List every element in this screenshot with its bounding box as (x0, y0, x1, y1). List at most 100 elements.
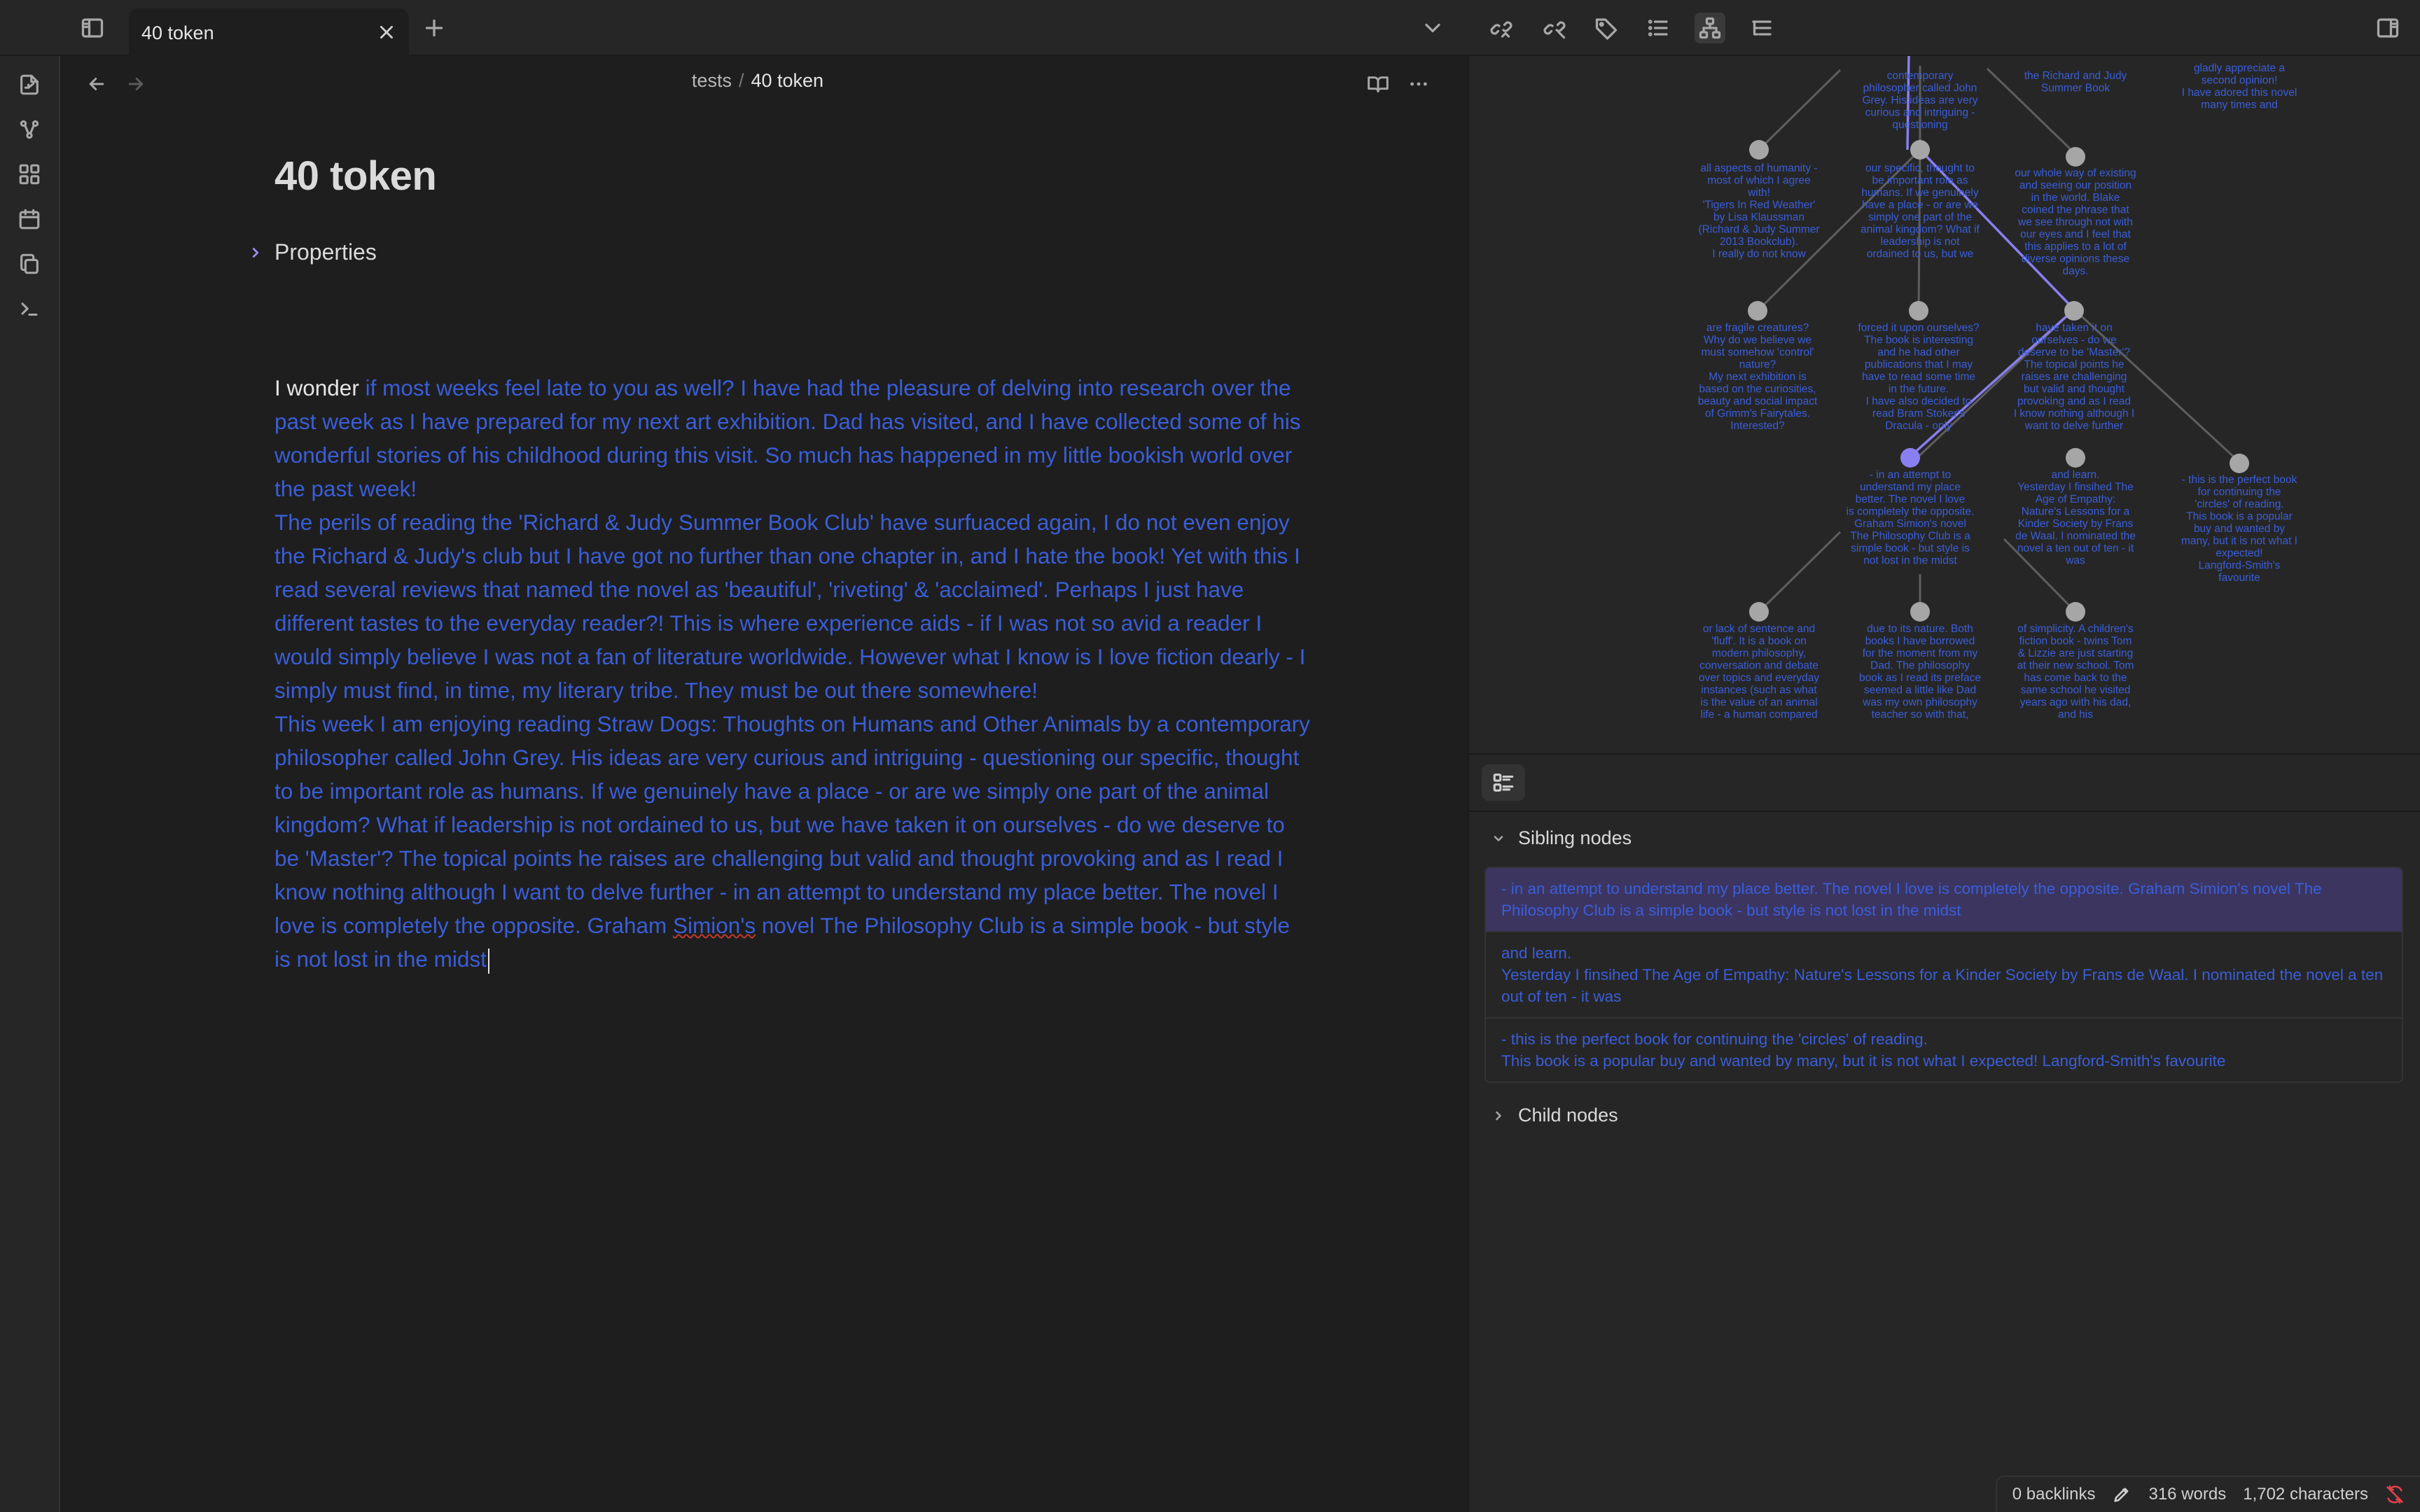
graph-node-label-line: and his (2058, 709, 2093, 721)
graph-node-label-line: with! (1747, 187, 1770, 199)
tree-outline-icon[interactable] (1746, 13, 1777, 43)
tab-list-chevron-icon[interactable] (1417, 13, 1448, 43)
child-nodes-header[interactable]: Child nodes (1489, 1105, 1618, 1126)
graph-node-label-line: ourselves - do we (2031, 335, 2116, 346)
graph-node-label-line: & Lizzie are just starting (2018, 648, 2134, 659)
close-tab-icon[interactable] (373, 18, 401, 46)
graph-node[interactable] (2066, 448, 2085, 468)
graph-node-label-line: simply one part of the (1868, 211, 1972, 223)
graph-node-label-line: I have also decided to (1866, 396, 1972, 407)
graph-node[interactable] (2064, 301, 2084, 321)
templates-copy-icon[interactable] (13, 248, 46, 280)
graph-node[interactable] (2066, 602, 2085, 622)
graph-node-label-line: over topics and everyday (1699, 672, 1820, 684)
misspelled-word[interactable]: Simion's (673, 913, 756, 938)
right-sidebar: contemporary philosopher called John Grey.… (1468, 56, 2420, 1512)
sibling-node-text: - in an attempt to understand my place b… (1501, 880, 2322, 919)
graph-node[interactable] (2066, 147, 2085, 167)
graph-view-icon[interactable] (13, 113, 46, 146)
sibling-node-item[interactable]: - in an attempt to understand my place b… (1486, 868, 2402, 932)
tree-graph-svg[interactable]: contemporary philosopher called John Grey.… (1469, 56, 2420, 755)
toggle-right-sidebar-icon[interactable] (2372, 13, 2403, 43)
graph-node-label: of simplicity. A children's fiction book … (2017, 623, 2134, 721)
graph-node[interactable] (1910, 140, 1930, 160)
tags-icon[interactable] (1591, 13, 1622, 43)
sibling-node-item[interactable]: and learn. Yesterday I finsihed The Age … (1486, 932, 2402, 1018)
toggle-list-view-icon[interactable] (1482, 764, 1525, 801)
graph-edges (1758, 66, 2241, 613)
graph-node[interactable] (1749, 140, 1769, 160)
graph-node-label-line: This book is a popular (2186, 511, 2293, 523)
graph-node-label-line: favourite (2218, 572, 2260, 584)
graph-node[interactable] (1749, 602, 1769, 622)
graph-node-label-line: curious and intriguing - (1865, 107, 1975, 119)
tree-graph-icon[interactable] (1695, 13, 1725, 43)
graph-node-label-line: instances (such as what (1701, 685, 1817, 696)
graph-node-label-line: life - a human compared (1700, 709, 1817, 721)
toggle-left-sidebar-icon[interactable] (77, 13, 108, 43)
graph-node-label-line: fiction book - twins Tom (2019, 636, 2132, 648)
tree-graph-view[interactable]: contemporary philosopher called John Grey.… (1469, 56, 2420, 755)
outline-list-icon[interactable] (1643, 13, 1674, 43)
graph-node-label-line: Langford-Smith's (2199, 560, 2281, 572)
graph-node-label-line: at their new school. Tom (2017, 660, 2134, 672)
graph-node[interactable] (2230, 454, 2249, 473)
reading-view-book-icon[interactable] (1363, 69, 1393, 99)
edit-mode-pencil-icon[interactable] (2112, 1485, 2132, 1504)
graph-node-label-line: 'Tigers In Red Weather' (1703, 200, 1816, 211)
breadcrumb-folder[interactable]: tests (692, 70, 732, 91)
paragraph-2: The perils of reading the 'Richard & Jud… (274, 510, 1306, 703)
graph-node-label-line: publications that I may (1865, 359, 1973, 371)
graph-node-label: forced it upon ourselves? The book is int… (1858, 322, 1980, 432)
backlinks-icon[interactable] (1486, 13, 1517, 43)
graph-node-label: - in an attempt to understand my place bet… (1847, 469, 1975, 567)
sibling-node-item[interactable]: - this is the perfect book for continuin… (1486, 1018, 2402, 1082)
graph-node-label-line: many, but it is not what I (2181, 536, 2297, 547)
open-quick-switcher-icon[interactable] (13, 69, 46, 101)
graph-node-label-line: was (2065, 555, 2085, 567)
graph-node-label-line: most of which I agree (1707, 175, 1810, 187)
backlinks-count[interactable]: 0 backlinks (2012, 1485, 2096, 1504)
graph-node-label-line: conversation and debate (1699, 660, 1819, 672)
properties-toggle[interactable]: Properties (245, 239, 377, 265)
graph-node-label-line: forced it upon ourselves? (1858, 322, 1980, 334)
panel-divider (1469, 811, 2420, 812)
more-options-icon[interactable] (1403, 69, 1434, 99)
graph-node-label-line: of Grimm's Fairytales. (1705, 408, 1810, 420)
outgoing-links-icon[interactable] (1539, 13, 1570, 43)
graph-node-label: and learn. Yesterday I finsihed The Age of… (2015, 469, 2136, 567)
graph-node[interactable] (1910, 602, 1930, 622)
graph-node-label-line: be important role as (1872, 175, 1968, 187)
graph-node-label-line: but valid and thought (2024, 384, 2125, 396)
graph-node-label-line: book as I read its preface (1859, 672, 1981, 684)
breadcrumb-current[interactable]: 40 token (751, 70, 823, 91)
graph-node-label-line: and he had other (1877, 346, 1959, 358)
graph-node[interactable] (1909, 301, 1928, 321)
graph-node[interactable] (1748, 301, 1767, 321)
paragraph-1-text: if most weeks feel late to you as well? … (274, 375, 1301, 501)
graph-node-label-line: want to delve further (2024, 420, 2123, 432)
graph-node-label-line: I really do not know (1712, 248, 1806, 260)
sibling-nodes-header[interactable]: Sibling nodes (1489, 827, 1632, 849)
graph-node-label-line: 2013 Bookclub). (1720, 236, 1798, 248)
breadcrumb-separator: / (738, 70, 744, 91)
sibling-nodes-label: Sibling nodes (1518, 827, 1632, 848)
graph-node-label-line: The Philosophy Club is a (1850, 531, 1970, 542)
sibling-node-text: - this is the perfect book for continuin… (1501, 1030, 2226, 1070)
command-palette-icon[interactable] (13, 293, 46, 325)
graph-node-selected[interactable] (1900, 448, 1920, 468)
page-title[interactable]: 40 token (274, 153, 437, 200)
canvas-icon[interactable] (13, 158, 46, 190)
new-tab-icon[interactable] (419, 13, 450, 43)
graph-node-label-line: simple book - but style is (1851, 542, 1970, 554)
graph-node-label-line: humans. If we genuinely (1861, 187, 1978, 199)
note-body[interactable]: I wonder if most weeks feel late to you … (274, 371, 1311, 976)
sync-error-icon[interactable] (2385, 1485, 2405, 1504)
tab-40-token[interactable]: 40 token (129, 8, 409, 56)
graph-node-label-line: have a place - or are we (1862, 200, 1978, 211)
graph-node-label: the Richard and Judy Summer Book (2024, 70, 2127, 94)
graph-node-label-line: provoking and as I read (2017, 396, 2131, 407)
graph-node-label-line: questioning (1892, 119, 1947, 131)
daily-note-calendar-icon[interactable] (13, 203, 46, 235)
graph-node-label: - this is the perfect book for continuing… (2181, 474, 2297, 584)
